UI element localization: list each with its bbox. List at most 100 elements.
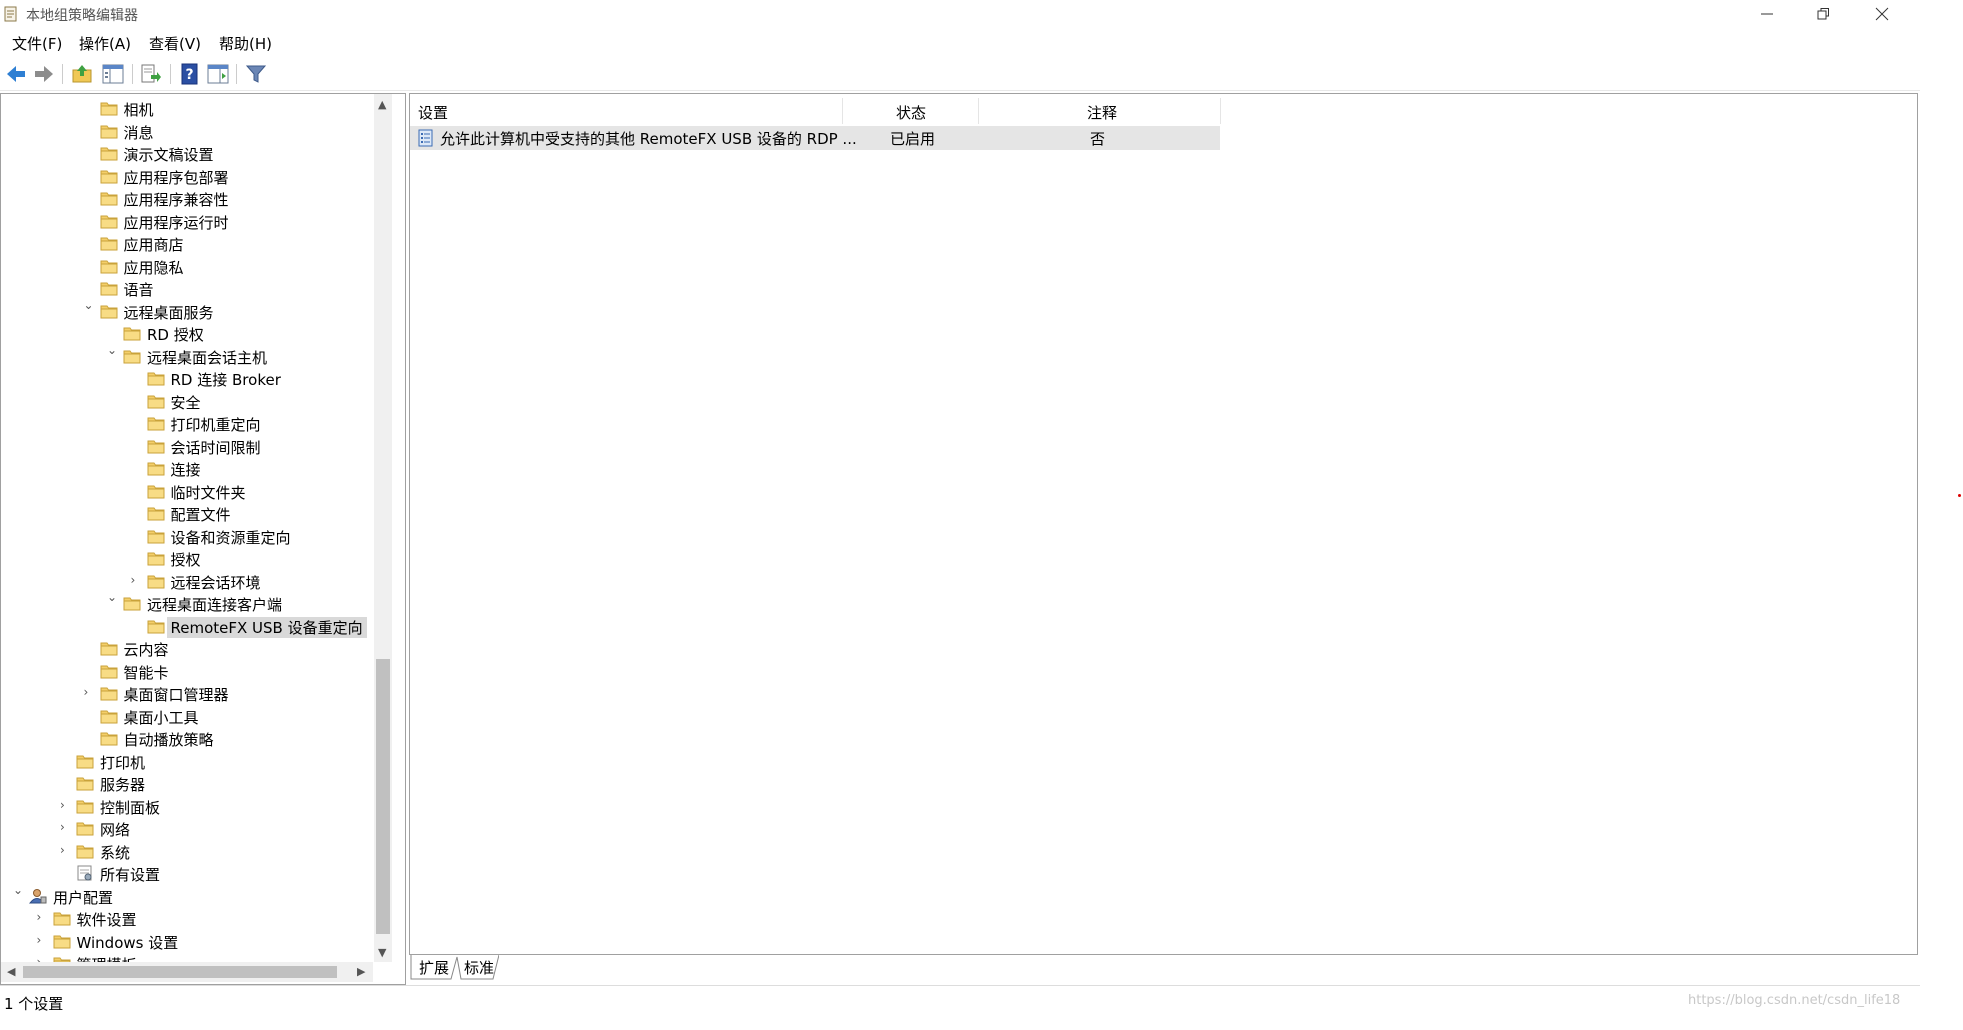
- chevron-down-icon[interactable]: ⌄: [107, 343, 119, 359]
- tree-item[interactable]: 消息: [1, 121, 371, 143]
- up-folder-icon[interactable]: [70, 62, 94, 86]
- tree-item[interactable]: ⌄ 用户配置: [1, 883, 371, 908]
- chevron-down-icon[interactable]: ⌄: [107, 590, 119, 606]
- navigation-tree[interactable]: 相机 消息演示文稿设置应用程序包部署 应用程序兼容性应用程序运行时 应用商店应用隐私语…: [0, 93, 406, 985]
- column-header-comment[interactable]: 注释: [978, 98, 1221, 124]
- column-header-state-label: 状态: [896, 104, 927, 122]
- tree-item[interactable]: 连接: [1, 458, 371, 480]
- scroll-right-icon[interactable]: ▶: [357, 965, 365, 978]
- title-bar: 本地组策略编辑器: [0, 0, 1920, 28]
- chevron-down-icon[interactable]: ⌄: [13, 883, 25, 899]
- tree-item-label: 系统: [100, 843, 131, 862]
- tree-item[interactable]: 应用隐私: [1, 256, 371, 278]
- folder-icon: [100, 168, 118, 184]
- chevron-right-icon[interactable]: ›: [131, 573, 143, 589]
- column-header-setting[interactable]: 设置: [416, 98, 843, 124]
- chevron-right-icon[interactable]: ›: [37, 933, 49, 949]
- tree-item[interactable]: 配置文件: [1, 503, 371, 525]
- tree-item[interactable]: RD 连接 Broker: [1, 368, 371, 390]
- menu-file[interactable]: 文件(F): [12, 33, 62, 54]
- show-hide-tree-icon[interactable]: [101, 62, 125, 86]
- menu-action[interactable]: 操作(A): [79, 33, 131, 54]
- tree-item[interactable]: › 控制面板: [1, 796, 371, 818]
- tree-item[interactable]: › 远程会话环境: [1, 571, 371, 593]
- back-arrow-icon[interactable]: [4, 62, 28, 86]
- restore-button[interactable]: [1802, 0, 1848, 28]
- watermark-text: https://blog.csdn.net/csdn_life18: [1688, 993, 1901, 1008]
- tree-item[interactable]: 应用程序运行时: [1, 211, 371, 233]
- tree-item-label: 应用程序运行时: [123, 213, 229, 232]
- tree-horizontal-scrollbar[interactable]: ◀ ▶: [1, 962, 373, 982]
- user-config-icon: [28, 888, 47, 904]
- tree-item[interactable]: 智能卡: [1, 661, 371, 683]
- tree-item[interactable]: 应用程序兼容性: [1, 188, 371, 210]
- tree-item[interactable]: 语音: [1, 278, 371, 300]
- tree-item-label: 网络: [100, 821, 131, 839]
- tree-item[interactable]: › 网络: [1, 818, 371, 840]
- chevron-right-icon[interactable]: ›: [84, 685, 96, 701]
- tree-item-label: 演示文稿设置: [123, 146, 214, 164]
- restore-icon: [1817, 8, 1829, 20]
- chevron-right-icon[interactable]: ›: [60, 843, 72, 859]
- chevron-right-icon[interactable]: ›: [37, 910, 49, 926]
- forward-arrow-icon[interactable]: [32, 62, 56, 86]
- filter-icon[interactable]: [244, 62, 268, 86]
- table-row[interactable]: 允许此计算机中受支持的其他 RemoteFX USB 设备的 RDP ... 已…: [410, 126, 1220, 150]
- scroll-up-icon[interactable]: ▲: [378, 98, 386, 111]
- scroll-down-icon[interactable]: ▼: [378, 946, 386, 959]
- folder-icon: [100, 280, 118, 296]
- tree-item[interactable]: › 桌面窗口管理器: [1, 683, 371, 705]
- status-bar: 1 个设置: [0, 985, 1920, 1016]
- tree-item[interactable]: › 系统: [1, 841, 371, 863]
- tree-item[interactable]: 服务器: [1, 773, 371, 795]
- tree-item-label: RD 连接 Broker: [170, 371, 281, 389]
- close-button[interactable]: [1860, 0, 1906, 28]
- help-icon[interactable]: ?: [178, 62, 202, 86]
- tab-extended[interactable]: 扩展: [419, 957, 449, 981]
- scroll-left-icon[interactable]: ◀: [7, 965, 15, 978]
- tree-item[interactable]: 设备和资源重定向: [1, 526, 371, 548]
- folder-icon: [123, 325, 141, 341]
- tree-item[interactable]: 桌面小工具: [1, 706, 371, 728]
- tree-item[interactable]: 云内容: [1, 638, 371, 660]
- tree-item[interactable]: 打印机重定向: [1, 413, 371, 435]
- tree-item[interactable]: RD 授权: [1, 323, 371, 345]
- tree-item[interactable]: 应用商店: [1, 233, 371, 255]
- tab-standard[interactable]: 标准: [464, 957, 494, 981]
- tree-item[interactable]: 临时文件夹: [1, 481, 371, 503]
- tree-item[interactable]: ⌄ 远程桌面服务: [1, 298, 371, 323]
- tree-item[interactable]: 打印机: [1, 751, 371, 773]
- menu-help[interactable]: 帮助(H): [219, 33, 272, 54]
- tree-item[interactable]: 自动播放策略: [1, 728, 371, 750]
- tree-vertical-scrollbar[interactable]: ▲ ▼: [374, 94, 392, 962]
- folder-icon: [100, 258, 118, 274]
- tree-item[interactable]: 安全: [1, 391, 371, 413]
- tree-item[interactable]: › 软件设置: [1, 908, 371, 930]
- folder-icon: [147, 415, 165, 431]
- tree-vertical-scroll-thumb[interactable]: [376, 659, 390, 934]
- chevron-right-icon[interactable]: ›: [60, 798, 72, 814]
- column-header-state[interactable]: 状态: [848, 98, 979, 124]
- tree-item[interactable]: 演示文稿设置: [1, 143, 371, 165]
- folder-icon: [100, 235, 118, 251]
- tree-item[interactable]: ⌄ 远程桌面会话主机: [1, 343, 371, 368]
- tree-item[interactable]: 所有设置: [1, 863, 371, 885]
- folder-icon: [100, 213, 118, 229]
- tree-item-label: 应用隐私: [123, 258, 184, 277]
- red-marker-dot: [1958, 494, 1961, 497]
- tree-item[interactable]: 授权: [1, 548, 371, 570]
- tree-item[interactable]: 会话时间限制: [1, 436, 371, 458]
- tree-item[interactable]: › Windows 设置: [1, 931, 371, 953]
- chevron-right-icon[interactable]: ›: [60, 820, 72, 836]
- show-pane-icon[interactable]: [206, 62, 230, 86]
- folder-icon: [76, 820, 94, 836]
- tree-item[interactable]: RemoteFX USB 设备重定向: [1, 616, 371, 638]
- tree-horizontal-scroll-thumb[interactable]: [23, 966, 337, 978]
- tree-item[interactable]: 应用程序包部署: [1, 166, 371, 188]
- chevron-down-icon[interactable]: ⌄: [84, 298, 96, 314]
- minimize-button[interactable]: [1745, 0, 1791, 28]
- tree-item[interactable]: ⌄ 远程桌面连接客户端: [1, 590, 371, 615]
- tree-item[interactable]: 相机: [1, 98, 371, 120]
- export-list-icon[interactable]: [138, 62, 162, 86]
- menu-view[interactable]: 查看(V): [149, 33, 201, 54]
